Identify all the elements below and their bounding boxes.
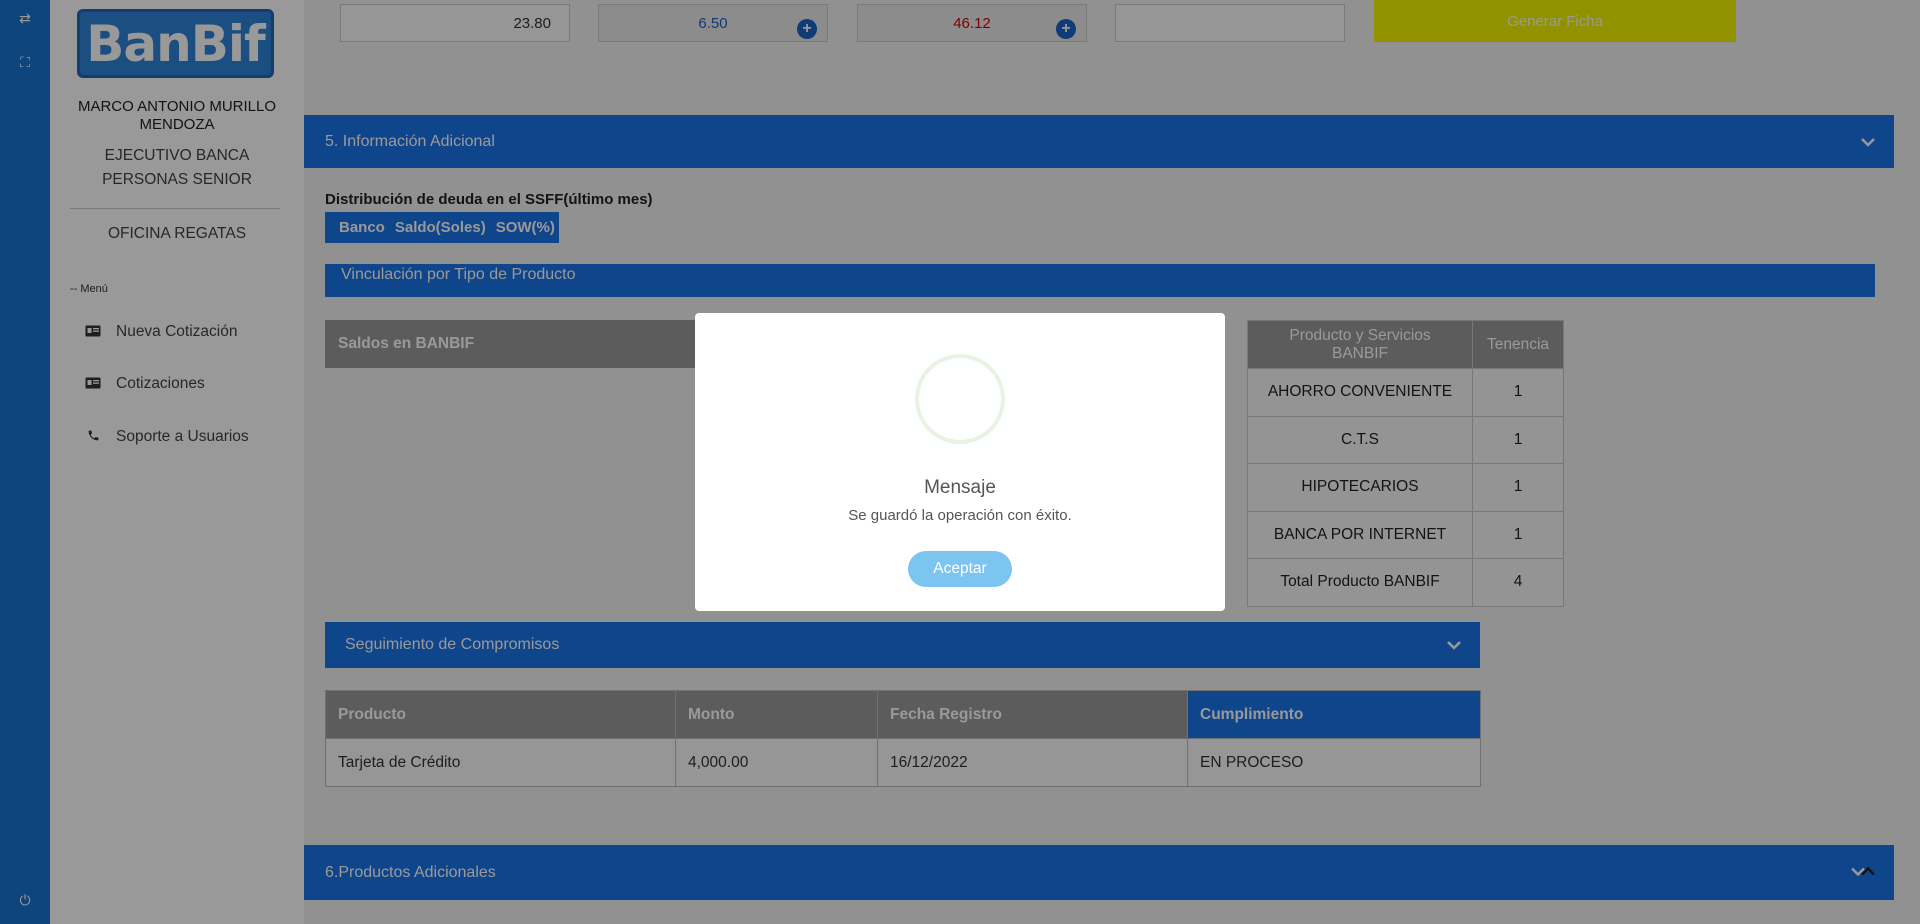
accept-button[interactable]: Aceptar [908,551,1012,587]
dialog-title: Mensaje [924,477,996,498]
message-dialog: Mensaje Se guardó la operación con éxito… [695,313,1225,611]
loading-circle-icon [915,354,1005,444]
dialog-message: Se guardó la operación con éxito. [848,507,1072,524]
